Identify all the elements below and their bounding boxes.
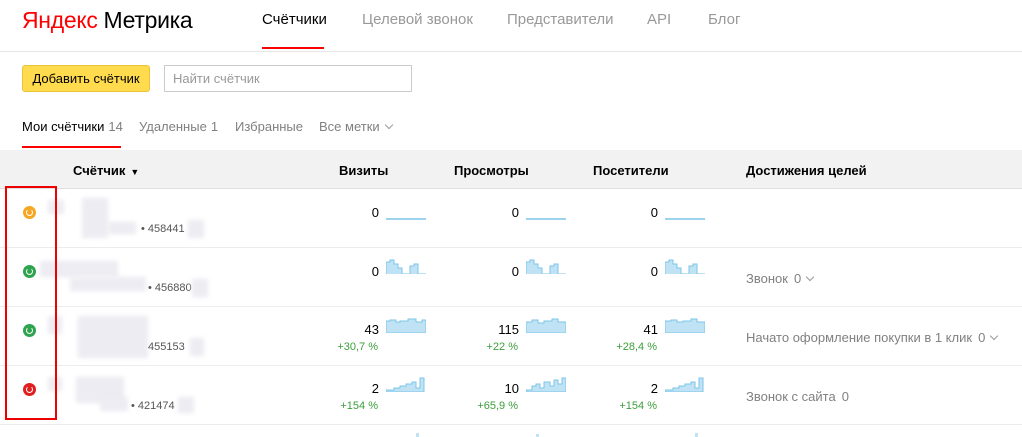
- column-views[interactable]: Просмотры: [454, 163, 529, 178]
- filter-label: Удаленные: [139, 119, 207, 134]
- views-value: 0: [511, 205, 519, 220]
- goal-dropdown[interactable]: Начато оформление покупки в 1 клик 0: [746, 330, 999, 345]
- views-value: 0: [511, 264, 519, 279]
- visits-sparkline: [386, 218, 426, 220]
- views-sparkline: [526, 218, 566, 220]
- filter-label: Избранные: [235, 119, 303, 134]
- chevron-down-icon: [384, 120, 393, 130]
- filter-favorites[interactable]: Избранные: [235, 119, 303, 134]
- sort-down-icon: ▼: [130, 167, 140, 177]
- column-visitors[interactable]: Посетители: [593, 163, 669, 178]
- counter-id-redacted: [178, 397, 194, 413]
- views-sparkline: [526, 318, 566, 333]
- visits-delta: +30,7 %: [337, 341, 378, 353]
- visitors-value: 2: [650, 381, 658, 396]
- nav-api[interactable]: API: [647, 11, 671, 28]
- visits-value: 2: [371, 381, 379, 396]
- filter-count: 14: [108, 119, 123, 134]
- visits-value: 0: [371, 264, 379, 279]
- views-delta: +65,9 %: [477, 400, 518, 412]
- counter-name-redacted: [82, 198, 108, 238]
- counter-name-redacted: [108, 222, 136, 234]
- chevron-down-icon: [805, 272, 815, 282]
- visits-delta: +154 %: [340, 400, 378, 412]
- nav-counters[interactable]: Счётчики: [262, 11, 327, 28]
- visitors-value: 41: [643, 322, 658, 337]
- goal-dropdown[interactable]: Звонок 0: [746, 271, 815, 286]
- counter-name-redacted: [70, 277, 146, 291]
- yandex-metrica-logo[interactable]: Яндекс Метрика: [22, 7, 193, 34]
- table-row[interactable]: • 421474 2 +154 % 10 +65,9 % 2 +154 % Зв…: [0, 367, 1022, 425]
- counter-name-redacted: [78, 316, 148, 358]
- visits-value: 43: [364, 322, 379, 337]
- counter-name-redacted: [100, 397, 128, 411]
- active-nav-indicator: [262, 47, 324, 49]
- visits-value: 0: [371, 205, 379, 220]
- views-sparkline: [526, 259, 566, 274]
- table-row[interactable]: 455153 43 +30,7 % 115 +22 % 41 +28,4 % Н…: [0, 308, 1022, 366]
- visitors-sparkline: [665, 318, 705, 333]
- counter-id: • 458441: [141, 223, 185, 235]
- views-sparkline: [536, 434, 539, 437]
- filter-label: Все метки: [319, 119, 380, 134]
- counter-id: 455153: [148, 341, 185, 353]
- search-counter-input[interactable]: [164, 65, 412, 92]
- logo-brand: Яндекс: [22, 7, 98, 33]
- counter-id-redacted: [190, 338, 204, 356]
- visitors-value: 0: [650, 205, 658, 220]
- table-row[interactable]: • 456880 0 0 0 Звонок 0: [0, 249, 1022, 307]
- visitors-sparkline: [665, 377, 704, 392]
- top-header: Яндекс Метрика Счётчики Целевой звонок Пр…: [0, 0, 1022, 52]
- column-visits[interactable]: Визиты: [339, 163, 388, 178]
- views-value: 10: [504, 381, 519, 396]
- highlight-annotation: [5, 186, 57, 420]
- table-row[interactable]: • 458441 0 0 0: [0, 190, 1022, 248]
- add-counter-button[interactable]: Добавить счётчик: [22, 65, 150, 92]
- column-counter[interactable]: Счётчик ▼: [73, 163, 139, 178]
- logo-product: Метрика: [103, 7, 193, 33]
- counter-id: • 421474: [131, 400, 175, 412]
- visitors-delta: +154 %: [619, 400, 657, 412]
- views-sparkline: [526, 377, 566, 392]
- views-delta: +22 %: [486, 341, 519, 353]
- filter-deleted[interactable]: Удаленные 1: [139, 119, 218, 134]
- filter-count: 1: [210, 119, 219, 134]
- views-value: 115: [498, 322, 519, 337]
- filter-all-labels[interactable]: Все метки: [319, 119, 393, 134]
- nav-blog[interactable]: Блог: [708, 11, 740, 28]
- table-header: Счётчик ▼ Визиты Просмотры Посетители Дос…: [0, 150, 1022, 189]
- visitors-sparkline: [665, 259, 705, 274]
- filter-my-counters[interactable]: Мои счётчики 14: [22, 119, 123, 134]
- visits-sparkline: [416, 433, 419, 437]
- visitors-sparkline: [665, 218, 705, 220]
- filter-label: Мои счётчики: [22, 119, 105, 134]
- visits-sparkline: [386, 377, 425, 392]
- visitors-value: 0: [650, 264, 658, 279]
- goal-item[interactable]: Звонок с сайта 0: [746, 389, 849, 404]
- visitors-sparkline: [695, 433, 698, 437]
- nav-target-call[interactable]: Целевой звонок: [362, 11, 473, 28]
- visits-sparkline: [386, 259, 426, 274]
- visits-sparkline: [386, 318, 426, 333]
- counter-id-redacted: [188, 220, 204, 238]
- chevron-down-icon: [990, 331, 999, 341]
- active-filter-indicator: [22, 146, 121, 148]
- visitors-delta: +28,4 %: [616, 341, 657, 353]
- column-goals[interactable]: Достижения целей: [746, 163, 867, 178]
- counter-id-redacted: [192, 279, 208, 297]
- nav-representatives[interactable]: Представители: [507, 11, 613, 28]
- counter-id: • 456880: [148, 282, 192, 294]
